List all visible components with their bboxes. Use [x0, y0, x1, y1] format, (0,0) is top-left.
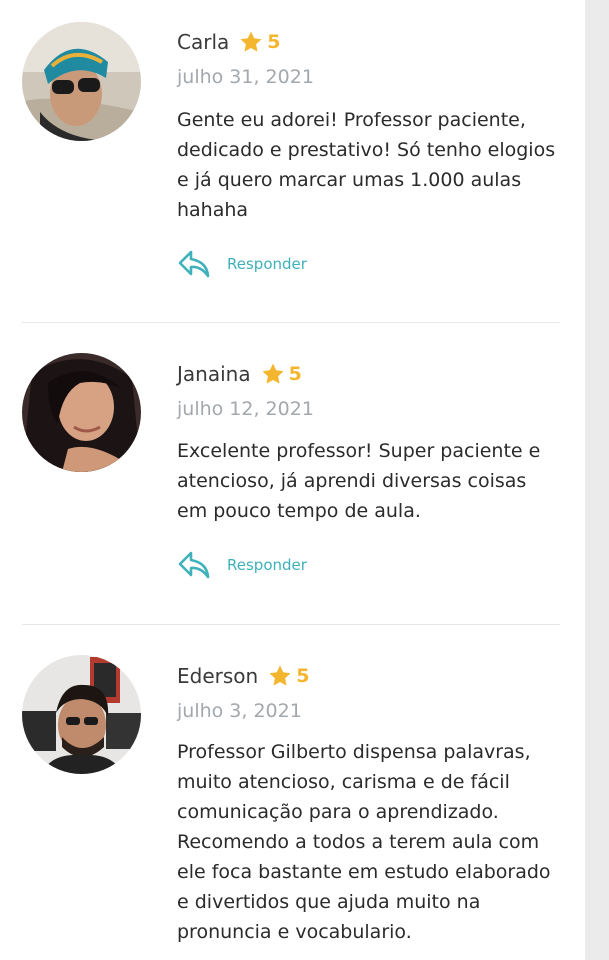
reply-button[interactable]: Responder — [177, 549, 307, 581]
avatar[interactable] — [22, 22, 141, 141]
reviewer-name: Ederson — [177, 664, 259, 688]
star-icon — [262, 363, 284, 384]
review-date: julho 31, 2021 — [177, 66, 314, 88]
review-date: julho 12, 2021 — [177, 398, 314, 420]
star-icon — [240, 31, 262, 52]
reviews-list: Carla 5 julho 31, 2021 Gente eu adorei! … — [0, 0, 585, 960]
divider — [22, 322, 560, 323]
reply-arrow-icon — [178, 250, 210, 278]
reply-button[interactable]: Responder — [177, 248, 307, 280]
scrollbar[interactable] — [585, 0, 609, 960]
rating-value: 5 — [267, 31, 281, 53]
rating-value: 5 — [288, 363, 302, 385]
avatar[interactable] — [22, 353, 141, 472]
reviewer-name: Janaina — [177, 362, 251, 386]
review-text: Gente eu adorei! Professor paciente, ded… — [177, 109, 556, 221]
divider — [22, 624, 560, 625]
review-date: julho 3, 2021 — [177, 700, 302, 722]
avatar[interactable] — [22, 655, 141, 774]
reviewer-header: Carla 5 — [177, 27, 281, 57]
star-icon — [269, 665, 291, 686]
rating-value: 5 — [296, 665, 310, 687]
reviewer-header: Ederson 5 — [177, 661, 309, 691]
reply-arrow-icon — [178, 551, 210, 579]
reviewer-header: Janaina 5 — [177, 359, 302, 389]
review-text: Professor Gilberto dispensa palavras, mu… — [177, 741, 551, 943]
reply-label: Responder — [227, 556, 307, 574]
review-text: Excelente professor! Super paciente e at… — [177, 440, 541, 522]
reviewer-name: Carla — [177, 30, 230, 54]
reply-label: Responder — [227, 255, 307, 273]
